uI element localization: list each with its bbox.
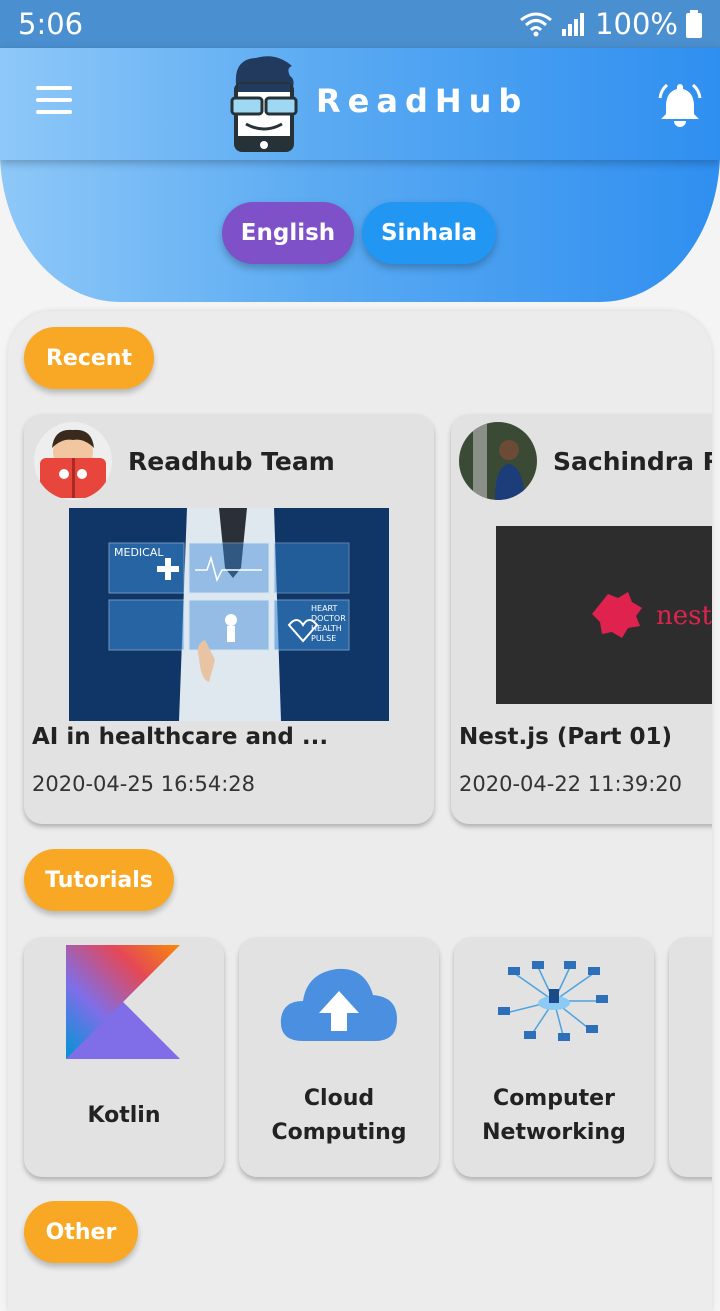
thumbnail-text-heart: HEART [311, 604, 338, 613]
tutorial-label: Computer [493, 1086, 615, 1111]
thumbnail-text-nest: nest [656, 601, 712, 631]
reader-avatar-icon [34, 422, 112, 500]
author-name: Sachindra R [553, 446, 712, 476]
author-row: Sachindra R [459, 422, 712, 500]
recent-chip[interactable]: Recent [24, 327, 154, 389]
tutorial-label: Cloud [303, 1086, 375, 1111]
english-button[interactable]: English [222, 202, 354, 264]
post-thumbnail: MEDICAL HEART DOCTOR HEALTH PULSE [69, 508, 389, 721]
status-icons: 100% [519, 7, 702, 41]
readhub-logo-icon [230, 56, 298, 152]
sinhala-button[interactable]: Sinhala [362, 202, 496, 264]
signal-icon [562, 13, 585, 36]
cloud-upload-icon [280, 968, 397, 1041]
avatar [459, 422, 537, 500]
app-bar: ReadHub [0, 48, 720, 160]
post-date: 2020-04-22 11:39:20 [459, 772, 683, 796]
battery-icon [686, 10, 702, 38]
language-switcher: English Sinhala [222, 202, 496, 264]
recent-card[interactable]: Sachindra R nest Nest.js (Part 01) 2020-… [451, 414, 712, 824]
menu-button[interactable] [34, 86, 78, 122]
thumbnail-text-doctor: DOCTOR [311, 614, 346, 623]
recent-card[interactable]: Readhub Team MEDICAL HEART DOCTOR HEALTH… [24, 414, 434, 824]
other-chip[interactable]: Other [24, 1201, 138, 1263]
post-title: Nest.js (Part 01) [459, 724, 672, 750]
author-row: Readhub Team [34, 422, 335, 500]
thumbnail-text-medical: MEDICAL [114, 546, 164, 559]
post-thumbnail: nest [496, 526, 712, 704]
thumbnail-text-health: HEALTH [311, 624, 342, 633]
kotlin-logo-icon [66, 945, 180, 1059]
content-panel: Recent Readhub Team MEDICAL HEART DOCTOR… [8, 311, 712, 1311]
tutorial-card-partial[interactable] [669, 937, 712, 1177]
avatar [34, 422, 112, 500]
author-name: Readhub Team [128, 446, 335, 476]
network-icon [498, 961, 608, 1041]
tutorial-card-cloud[interactable]: Cloud Computing [239, 937, 439, 1177]
tutorial-card-networking[interactable]: Computer Networking [454, 937, 654, 1177]
wifi-icon [520, 12, 553, 37]
thumbnail-text-pulse: PULSE [311, 634, 336, 643]
post-title: AI in healthcare and ... [32, 724, 329, 750]
tutorial-card-kotlin[interactable]: Kotlin [24, 937, 224, 1177]
tutorials-chip[interactable]: Tutorials [24, 849, 174, 911]
post-date: 2020-04-25 16:54:28 [32, 772, 256, 796]
bell-icon[interactable] [656, 80, 704, 128]
battery-percent: 100% [595, 7, 678, 41]
tutorial-label: Networking [482, 1120, 626, 1145]
status-time: 5:06 [18, 7, 84, 41]
tutorial-label: Computing [271, 1120, 407, 1145]
status-bar: 5:06 100% [0, 0, 720, 48]
profile-photo-icon [459, 422, 537, 500]
tutorial-label: Kotlin [87, 1103, 161, 1128]
app-title: ReadHub [316, 82, 529, 120]
